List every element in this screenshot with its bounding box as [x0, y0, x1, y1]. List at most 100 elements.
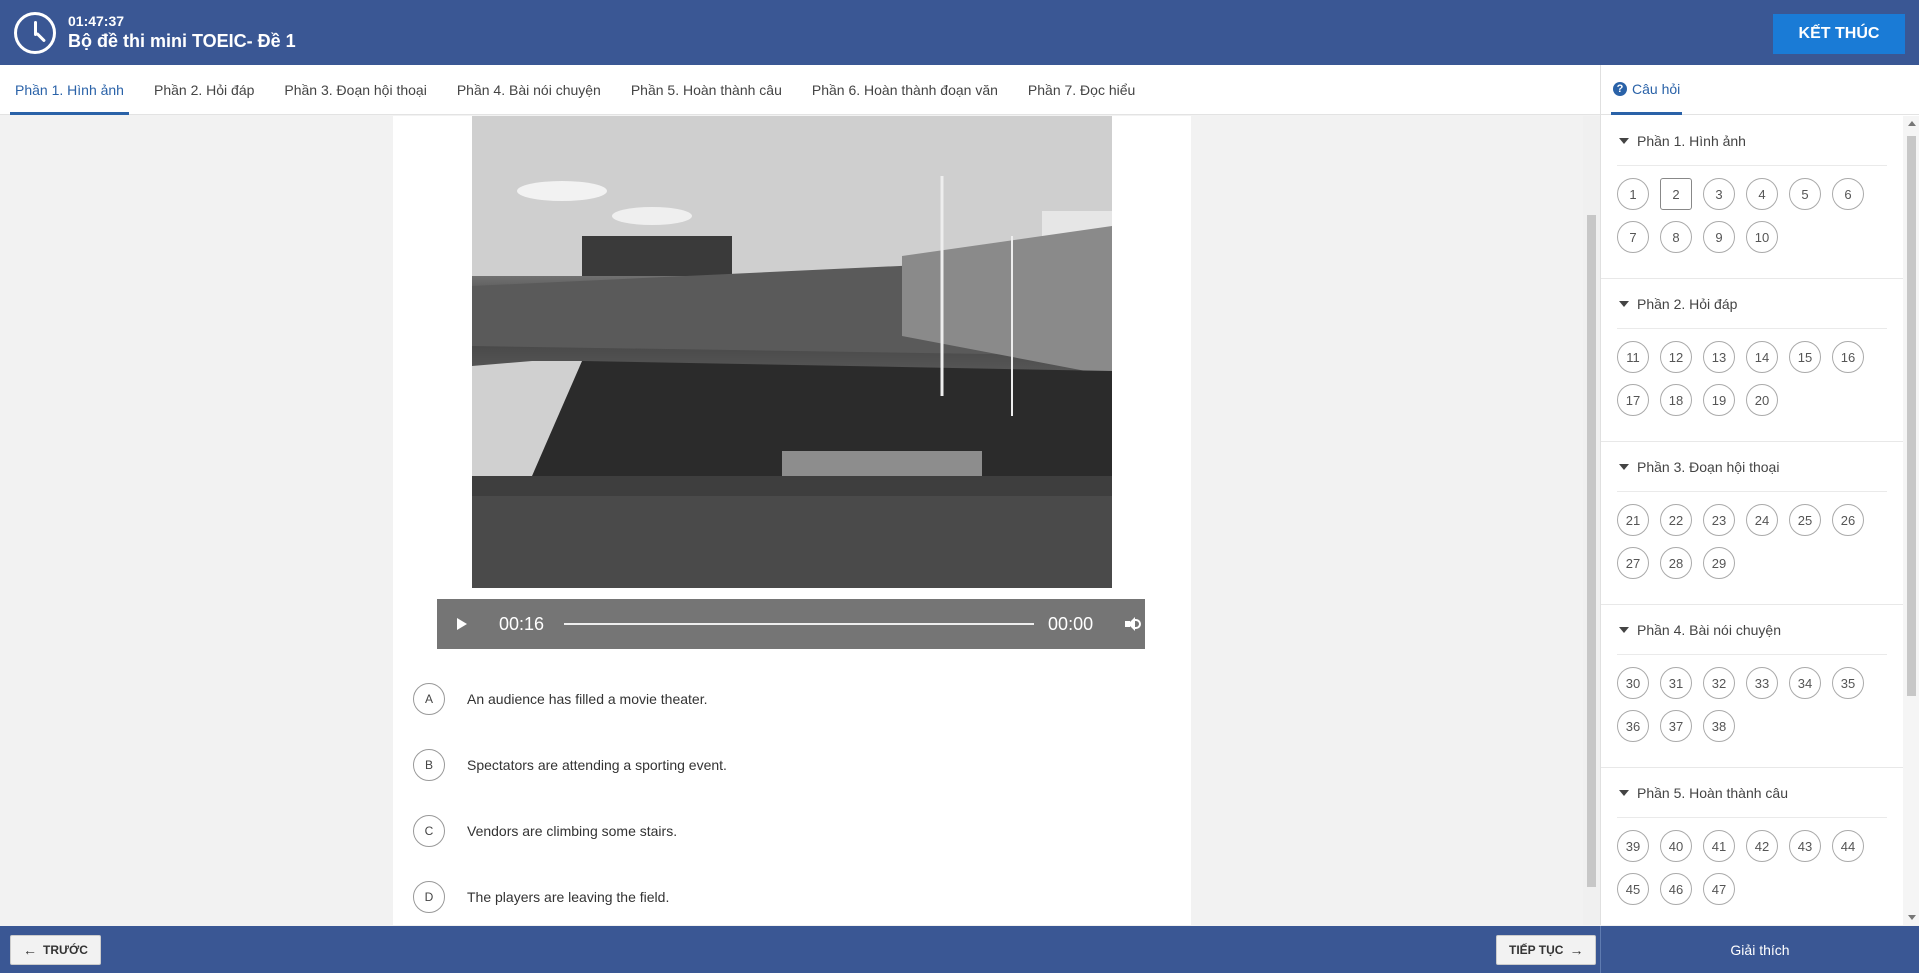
option-letter[interactable]: B [413, 749, 445, 781]
header-titles: 01:47:37 Bộ đề thi mini TOEIC- Đề 1 [68, 13, 296, 53]
question-number-button[interactable]: 43 [1789, 830, 1821, 862]
question-number-button[interactable]: 22 [1660, 504, 1692, 536]
question-number-button[interactable]: 11 [1617, 341, 1649, 373]
option-letter[interactable]: A [413, 683, 445, 715]
main-scrollbar[interactable] [1583, 116, 1600, 925]
question-number-button[interactable]: 1 [1617, 178, 1649, 210]
question-number-button[interactable]: 28 [1660, 547, 1692, 579]
tab-questions[interactable]: ? Câu hỏi [1611, 64, 1683, 115]
section-title-label: Phần 2. Hỏi đáp [1637, 295, 1738, 312]
question-number-button[interactable]: 38 [1703, 710, 1735, 742]
next-button[interactable]: TIẾP TỤC → [1496, 935, 1597, 965]
option-letter[interactable]: C [413, 815, 445, 847]
panel-scrollbar[interactable] [1903, 116, 1919, 925]
question-number-button[interactable]: 42 [1746, 830, 1778, 862]
question-section: Phần 1. Hình ảnh 1 2 3 4 5 6 7 8 9 10 [1601, 116, 1903, 279]
question-number-button[interactable]: 15 [1789, 341, 1821, 373]
question-number-button[interactable]: 2 [1660, 178, 1692, 210]
previous-button[interactable]: ← TRƯỚC [10, 935, 101, 965]
countdown-timer: 01:47:37 [68, 12, 125, 29]
question-number-button[interactable]: 41 [1703, 830, 1735, 862]
bottom-bar: ← TRƯỚC TIẾP TỤC → [0, 926, 1600, 973]
end-test-button[interactable]: KẾT THÚC [1773, 14, 1905, 54]
caret-down-icon [1619, 463, 1629, 470]
question-number-button[interactable]: 6 [1832, 178, 1864, 210]
question-number-button[interactable]: 19 [1703, 384, 1735, 416]
question-number-button[interactable]: 47 [1703, 873, 1735, 905]
tab-part-5[interactable]: Phần 5. Hoàn thành câu [626, 65, 787, 114]
question-number-button[interactable]: 34 [1789, 667, 1821, 699]
arrow-right-icon: → [1569, 942, 1584, 958]
question-number-button[interactable]: 35 [1832, 667, 1864, 699]
tab-part-3[interactable]: Phần 3. Đoạn hội thoại [279, 65, 431, 114]
question-number-button[interactable]: 9 [1703, 221, 1735, 253]
option-letter[interactable]: D [413, 881, 445, 913]
question-number-button[interactable]: 33 [1746, 667, 1778, 699]
question-grid: 30 31 32 33 34 35 36 37 38 [1617, 667, 1877, 767]
answer-option-d[interactable]: D The players are leaving the field. [413, 881, 669, 913]
play-icon[interactable] [457, 618, 467, 630]
question-number-button[interactable]: 37 [1660, 710, 1692, 742]
question-number-button[interactable]: 7 [1617, 221, 1649, 253]
tab-part-1[interactable]: Phần 1. Hình ảnh [10, 65, 129, 115]
question-number-button[interactable]: 26 [1832, 504, 1864, 536]
option-text: Spectators are attending a sporting even… [467, 757, 727, 773]
question-number-button[interactable]: 3 [1703, 178, 1735, 210]
arrow-left-icon: ← [23, 942, 37, 958]
question-number-button[interactable]: 4 [1746, 178, 1778, 210]
question-number-button[interactable]: 46 [1660, 873, 1692, 905]
answer-option-b[interactable]: B Spectators are attending a sporting ev… [413, 749, 727, 781]
tab-part-7[interactable]: Phần 7. Đọc hiểu [1023, 65, 1140, 114]
question-number-button[interactable]: 44 [1832, 830, 1864, 862]
question-number-button[interactable]: 23 [1703, 504, 1735, 536]
question-section: Phần 2. Hỏi đáp 11 12 13 14 15 16 17 18 19 20 [1601, 279, 1903, 442]
tab-part-4[interactable]: Phần 4. Bài nói chuyện [452, 65, 606, 114]
question-number-button[interactable]: 31 [1660, 667, 1692, 699]
question-number-button[interactable]: 18 [1660, 384, 1692, 416]
question-number-button[interactable]: 30 [1617, 667, 1649, 699]
question-number-button[interactable]: 5 [1789, 178, 1821, 210]
audio-progress-track[interactable] [564, 623, 1035, 625]
tab-part-2[interactable]: Phần 2. Hỏi đáp [149, 65, 259, 114]
stadium-image [472, 116, 1112, 588]
section-title[interactable]: Phần 4. Bài nói chuyện [1617, 605, 1887, 655]
section-title-label: Phần 5. Hoàn thành câu [1637, 784, 1789, 801]
top-header: 01:47:37 Bộ đề thi mini TOEIC- Đề 1 KẾT … [0, 0, 1919, 65]
question-number-button[interactable]: 12 [1660, 341, 1692, 373]
question-number-button[interactable]: 32 [1703, 667, 1735, 699]
question-number-button[interactable]: 45 [1617, 873, 1649, 905]
question-number-button[interactable]: 20 [1746, 384, 1778, 416]
previous-label: TRƯỚC [43, 943, 88, 957]
question-number-button[interactable]: 21 [1617, 504, 1649, 536]
audio-player: 00:16 00:00 [437, 599, 1145, 649]
tab-part-6[interactable]: Phần 6. Hoàn thành đoạn văn [807, 65, 1003, 114]
volume-icon[interactable] [1125, 617, 1142, 631]
caret-down-icon [1619, 789, 1629, 796]
question-number-button[interactable]: 13 [1703, 341, 1735, 373]
question-number-button[interactable]: 27 [1617, 547, 1649, 579]
caret-down-icon [1619, 626, 1629, 633]
question-number-button[interactable]: 17 [1617, 384, 1649, 416]
question-number-button[interactable]: 16 [1832, 341, 1864, 373]
section-title[interactable]: Phần 1. Hình ảnh [1617, 116, 1887, 166]
question-number-button[interactable]: 24 [1746, 504, 1778, 536]
exam-title: Bộ đề thi mini TOEIC- Đề 1 [68, 30, 296, 51]
question-number-button[interactable]: 40 [1660, 830, 1692, 862]
question-number-button[interactable]: 36 [1617, 710, 1649, 742]
section-title[interactable]: Phần 5. Hoàn thành câu [1617, 768, 1887, 818]
question-number-button[interactable]: 14 [1746, 341, 1778, 373]
audio-total-time: 00:00 [1048, 613, 1094, 634]
question-number-button[interactable]: 8 [1660, 221, 1692, 253]
explanation-button[interactable]: Giải thích [1600, 926, 1919, 973]
answer-option-c[interactable]: C Vendors are climbing some stairs. [413, 815, 677, 847]
question-panel: ? Câu hỏi Phần 1. Hình ảnh 1 2 3 4 5 6 7 8 9 10 Phầ… [1600, 65, 1919, 925]
question-number-button[interactable]: 29 [1703, 547, 1735, 579]
question-number-button[interactable]: 10 [1746, 221, 1778, 253]
answer-option-a[interactable]: A An audience has filled a movie theater… [413, 683, 708, 715]
question-number-button[interactable]: 25 [1789, 504, 1821, 536]
panel-tab-label: Câu hỏi [1632, 81, 1681, 97]
section-title[interactable]: Phần 3. Đoạn hội thoại [1617, 442, 1887, 492]
option-text: The players are leaving the field. [467, 889, 670, 905]
section-title[interactable]: Phần 2. Hỏi đáp [1617, 279, 1887, 329]
question-number-button[interactable]: 39 [1617, 830, 1649, 862]
